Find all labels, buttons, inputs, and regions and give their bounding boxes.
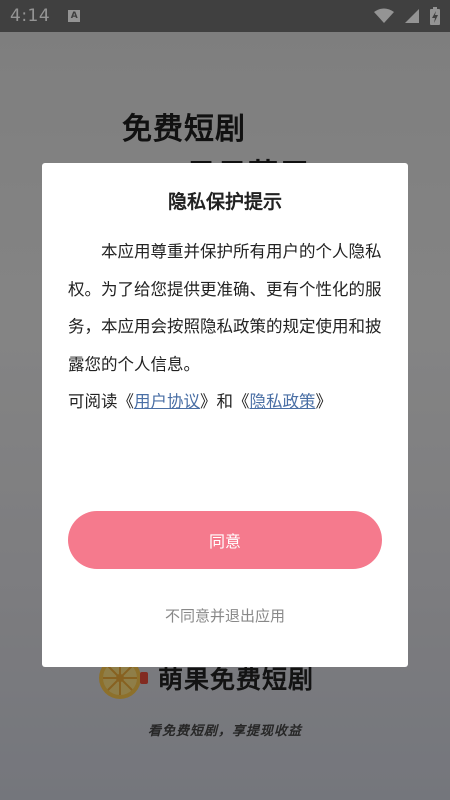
bracket-close: 》 [315,392,333,411]
read-links-line: 可阅读《用户协议》和《隐私政策》 [68,383,386,421]
read-prefix: 可阅读 [68,392,118,411]
dialog-title: 隐私保护提示 [167,191,282,213]
and-text: 和 [216,392,234,411]
privacy-dialog: 隐私保护提示 本应用尊重并保护所有用户的个人隐私权。为了给您提供更准确、更有个性… [42,163,408,667]
bracket-open: 《 [117,392,135,411]
bracket-close: 》 [200,392,217,411]
privacy-statement: 本应用尊重并保护所有用户的个人隐私权。为了给您提供更准确、更有个性化的服务，本应… [68,242,382,374]
disagree-exit-button[interactable]: 不同意并退出应用 [42,605,408,626]
user-agreement-link[interactable]: 用户协议 [134,392,200,411]
bracket-open: 《 [233,392,250,411]
agree-button[interactable]: 同意 [68,511,382,569]
dialog-body: 本应用尊重并保护所有用户的个人隐私权。为了给您提供更准确、更有个性化的服务，本应… [68,233,386,421]
privacy-policy-link[interactable]: 隐私政策 [250,392,316,411]
